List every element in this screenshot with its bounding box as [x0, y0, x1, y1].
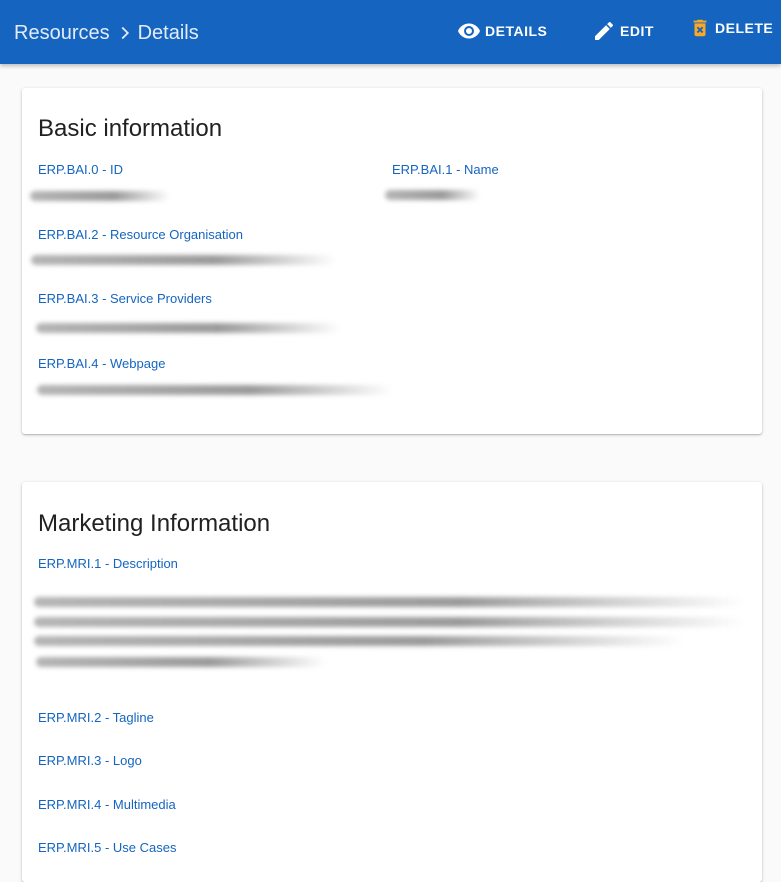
field-label-service-providers: ERP.BAI.3 - Service Providers	[38, 291, 212, 306]
top-app-bar: Resources Details DETAILS EDIT DELETE	[0, 0, 781, 64]
details-button-label: DETAILS	[485, 23, 548, 39]
chevron-right-icon	[121, 26, 129, 40]
field-label-resource-organisation: ERP.BAI.2 - Resource Organisation	[38, 227, 243, 242]
redacted-description-line-4	[36, 657, 326, 667]
marketing-information-title: Marketing Information	[38, 510, 271, 537]
field-label-id: ERP.BAI.0 - ID	[38, 162, 124, 177]
eye-icon	[458, 23, 480, 39]
field-label-name: ERP.BAI.1 - Name	[392, 162, 499, 177]
edit-button[interactable]: EDIT	[592, 19, 654, 43]
redacted-description-line-1	[34, 597, 744, 607]
redacted-value-name	[385, 190, 480, 200]
marketing-information-card: Marketing Information ERP.MRI.1 - Descri…	[22, 482, 762, 882]
redacted-value-service-providers	[36, 323, 341, 333]
redacted-description-line-2	[34, 617, 744, 627]
redacted-value-webpage	[37, 385, 392, 395]
basic-information-card: Basic information ERP.BAI.0 - ID ERP.BAI…	[22, 88, 762, 434]
basic-information-title: Basic information	[38, 115, 223, 142]
breadcrumb-details: Details	[137, 22, 199, 44]
pencil-icon	[595, 21, 614, 40]
delete-icon	[693, 19, 707, 37]
redacted-value-id	[30, 191, 170, 201]
details-button[interactable]: DETAILS	[457, 19, 547, 43]
breadcrumb: Resources Details	[14, 20, 199, 46]
field-label-multimedia: ERP.MRI.4 - Multimedia	[38, 797, 176, 812]
field-label-tagline: ERP.MRI.2 - Tagline	[38, 710, 154, 725]
delete-button[interactable]: DELETE	[689, 17, 773, 39]
field-label-description: ERP.MRI.1 - Description	[38, 556, 178, 571]
breadcrumb-resources[interactable]: Resources	[14, 20, 110, 46]
field-label-webpage: ERP.BAI.4 - Webpage	[38, 356, 166, 371]
redacted-value-resource-organisation	[31, 255, 336, 265]
edit-button-label: EDIT	[620, 23, 654, 39]
redacted-description-line-3	[34, 636, 684, 646]
field-label-logo: ERP.MRI.3 - Logo	[38, 753, 142, 768]
delete-button-label: DELETE	[715, 20, 774, 36]
